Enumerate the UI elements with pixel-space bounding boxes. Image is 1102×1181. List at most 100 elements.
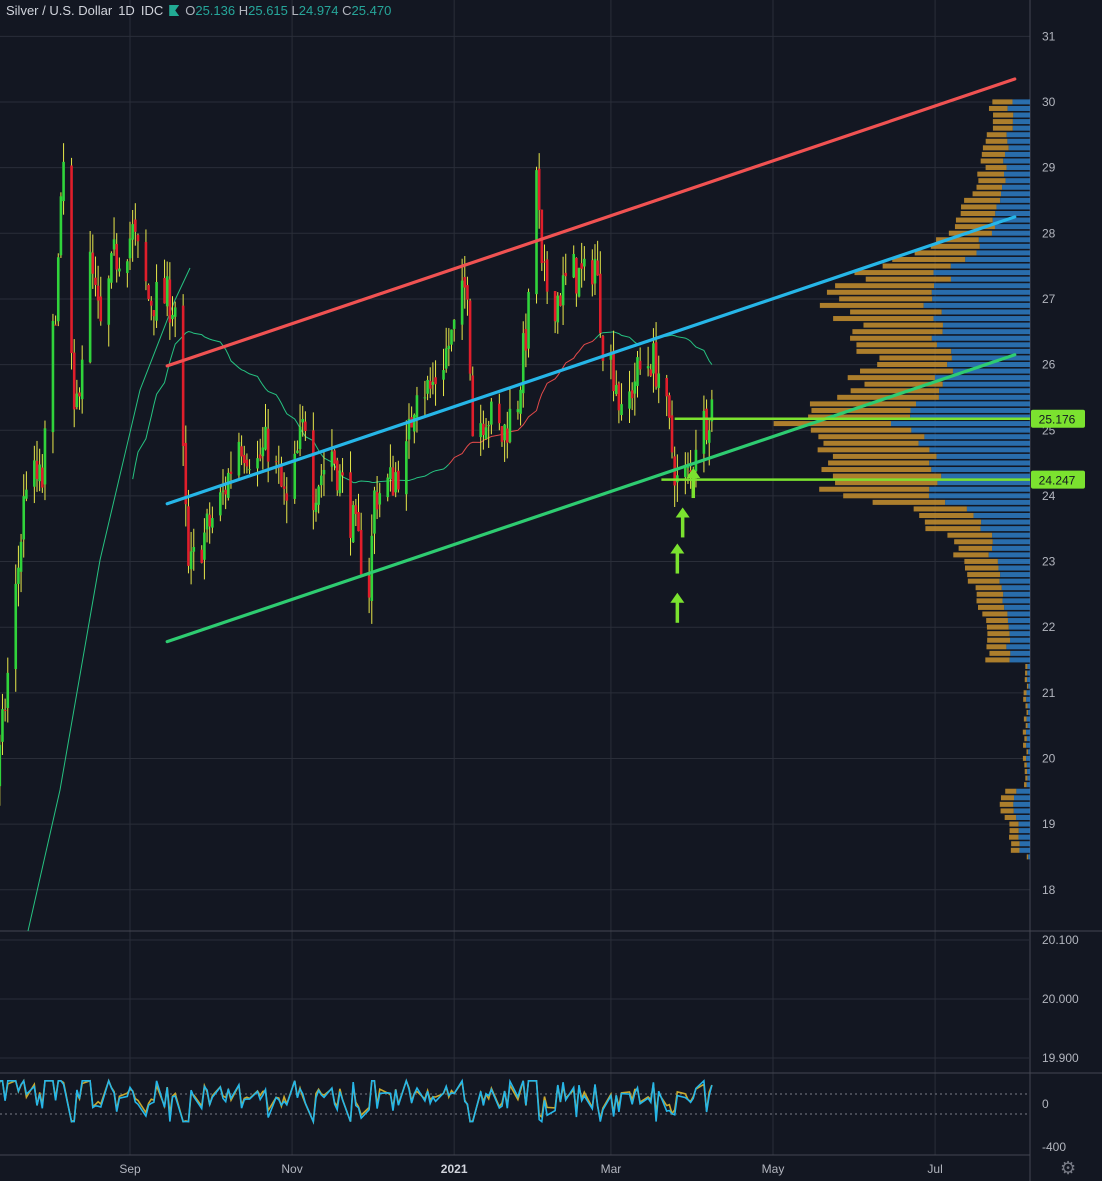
profile-bar-up [1001, 191, 1030, 197]
candle-body [705, 408, 708, 441]
profile-bar-up [988, 552, 1030, 558]
candle-body [70, 165, 73, 354]
profile-bar-up [1008, 624, 1030, 630]
candle-body [200, 549, 204, 563]
profile-bar-down [1024, 736, 1027, 742]
candle-body [503, 424, 506, 441]
profile-bar-up [1001, 585, 1030, 591]
candle-body [173, 307, 177, 317]
candle-body [322, 469, 326, 475]
profile-bar-up [891, 421, 1030, 427]
profile-bar-up [973, 512, 1030, 518]
candle-body [620, 404, 623, 416]
candle-body [224, 489, 227, 495]
profile-bar-up [928, 493, 1030, 499]
profile-bar-down [977, 171, 1005, 177]
profile-bar-down [986, 132, 1007, 138]
profile-bar-up [941, 473, 1030, 479]
price-label: 25.176 [1039, 413, 1076, 427]
profile-bar-down [1022, 755, 1027, 761]
candle-body [426, 379, 429, 394]
profile-bar-up [1028, 854, 1030, 860]
profile-bar-down [980, 158, 1004, 164]
profile-bar-up [992, 539, 1030, 545]
profile-bar-up [1002, 598, 1030, 604]
candle-body [614, 385, 618, 395]
y-tick-label: 26 [1042, 358, 1056, 372]
candle-body [412, 414, 416, 432]
profile-bar-down [993, 112, 1014, 118]
candle-body [298, 426, 302, 450]
price-label: 24.247 [1039, 474, 1076, 488]
profile-bar-down [914, 250, 977, 256]
profile-bar-up [994, 224, 1030, 230]
profile-bar-down [1024, 782, 1027, 788]
profile-bar-down [976, 598, 1003, 604]
flag-icon[interactable] [169, 5, 180, 16]
y-tick-label: 27 [1042, 292, 1056, 306]
profile-bar-down [1009, 828, 1019, 834]
candle-body [304, 421, 307, 431]
profile-bar-down [854, 270, 934, 276]
profile-bar-down [1024, 762, 1027, 768]
candle-body [707, 430, 711, 443]
candle-body [258, 454, 262, 459]
profile-bar-down [850, 309, 942, 315]
candle-body [266, 428, 270, 462]
profile-bar-up [929, 447, 1030, 453]
candle-body [484, 427, 488, 439]
candle-body [221, 490, 225, 492]
profile-bar-up [1026, 762, 1030, 768]
profile-bar-down [892, 256, 966, 262]
profile-bar-up [1005, 151, 1030, 157]
candle-body [559, 295, 562, 306]
candle-body [540, 209, 544, 264]
candle-body [152, 310, 156, 317]
profile-bar-up [1012, 119, 1030, 125]
profile-bar-up [1004, 604, 1030, 610]
profile-bar-down [1026, 709, 1029, 715]
legend-header: Silver / U.S. Dollar 1D IDC O25.136 H25.… [6, 3, 391, 18]
candle-body [479, 423, 483, 438]
candle-body [378, 493, 382, 505]
candle-body [341, 472, 344, 476]
candle-body [78, 392, 81, 397]
candle-body [505, 428, 509, 443]
profile-bar-down [1004, 814, 1017, 820]
profile-bar-down [986, 644, 1007, 650]
candle-body [296, 450, 299, 454]
x-tick-label: May [762, 1162, 785, 1176]
profile-bar-down [1005, 788, 1017, 794]
candle-body [612, 350, 615, 392]
profile-bar-up [951, 348, 1030, 354]
profile-bar-up [1009, 631, 1030, 637]
profile-bar-down [1025, 775, 1028, 781]
profile-bar-up [1013, 808, 1030, 814]
settings-gear-icon[interactable]: ⚙ [1060, 1158, 1076, 1179]
candle-body [187, 506, 190, 566]
middle-pane-tick: 19.900 [1042, 1051, 1079, 1065]
ohlc-values: O25.136 H25.615 L24.974 C25.470 [185, 3, 392, 18]
profile-bar-up [1009, 657, 1030, 663]
profile-bar-down [954, 539, 993, 545]
candle-body [19, 541, 23, 572]
candle-body [33, 460, 36, 487]
profile-bar-up [997, 558, 1030, 564]
candle-body [94, 277, 97, 285]
profile-bar-up [1012, 125, 1030, 131]
candle-body [155, 281, 158, 321]
profile-bar-down [1000, 808, 1014, 814]
profile-bar-up [951, 355, 1030, 361]
candle-body [668, 395, 671, 418]
candle-body [192, 547, 196, 552]
profile-bar-down [913, 506, 967, 512]
profile-bar-down [860, 368, 953, 374]
candle-body [6, 672, 10, 708]
profile-bar-up [976, 250, 1030, 256]
profile-bar-down [987, 637, 1011, 643]
profile-bar-up [945, 499, 1030, 505]
profile-bar-down [964, 197, 1001, 203]
profile-bar-down [967, 578, 1000, 584]
candle-body [386, 477, 390, 498]
price-chart[interactable]: Sep Nov 2021 Mar May Jul181920212223242526272… [0, 0, 1102, 1181]
